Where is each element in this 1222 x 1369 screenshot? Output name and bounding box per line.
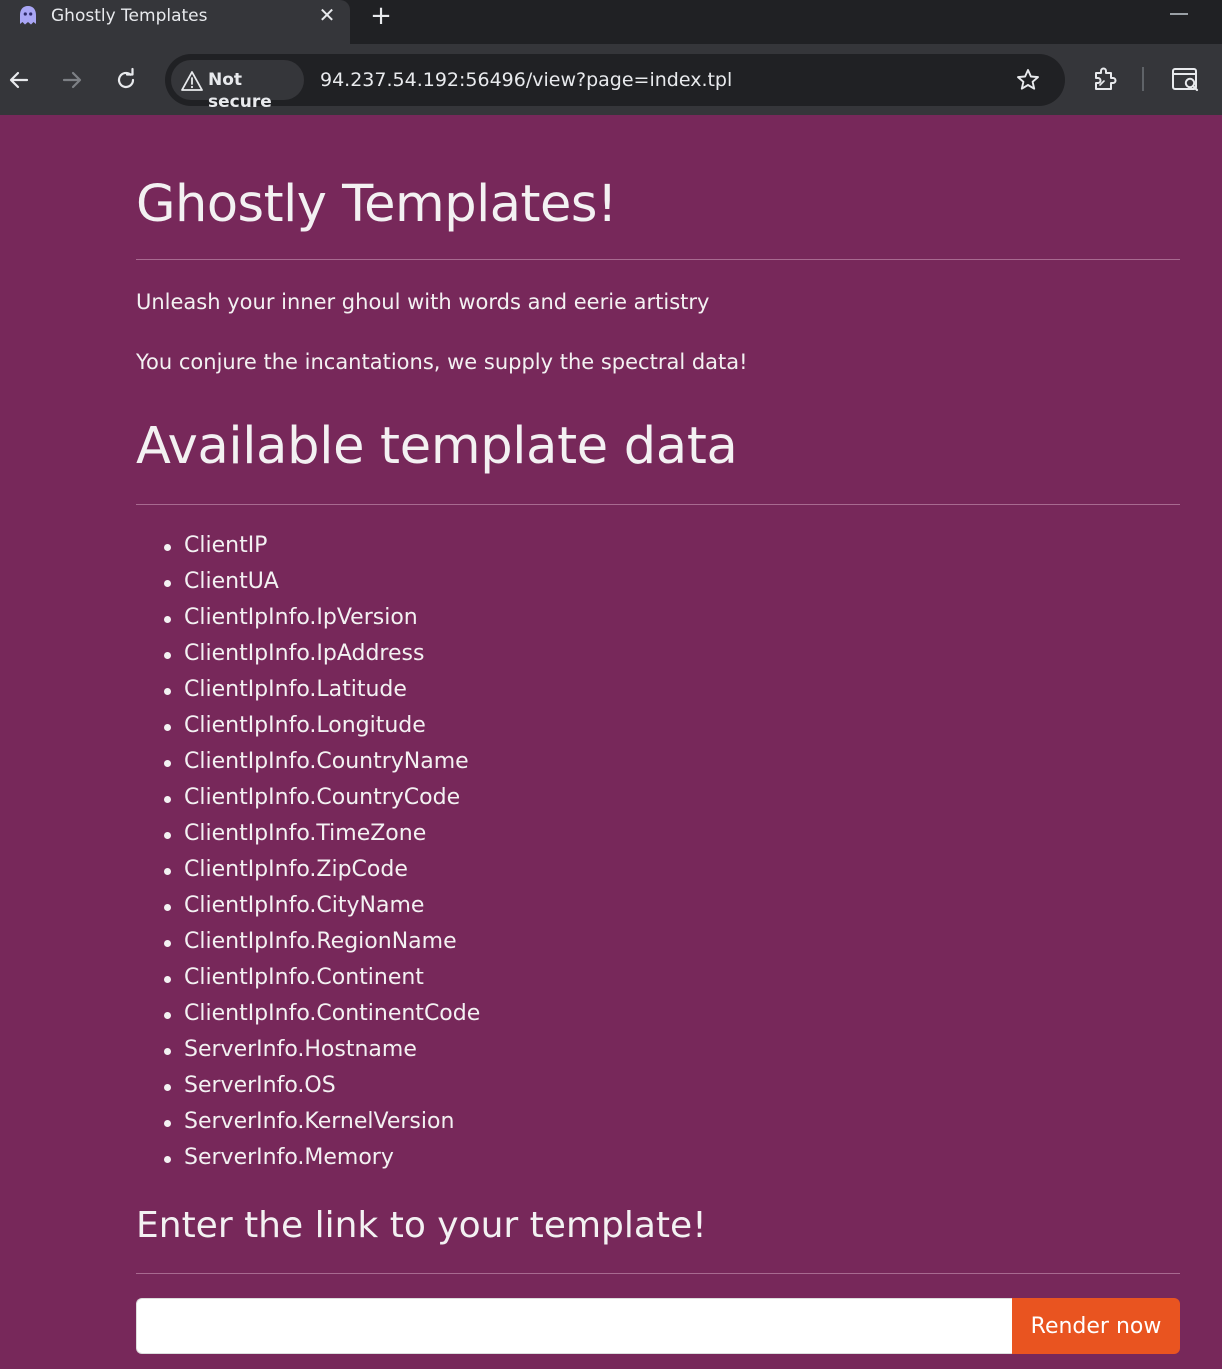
form-title: Enter the link to your template! bbox=[136, 1205, 707, 1246]
list-item: ClientIpInfo.IpVersion bbox=[136, 600, 480, 636]
template-data-list: ClientIP ClientUA ClientIpInfo.IpVersion Cl… bbox=[136, 528, 480, 1176]
list-item: ClientIpInfo.Continent bbox=[136, 960, 480, 996]
puzzle-icon[interactable] bbox=[1090, 64, 1120, 94]
form-divider bbox=[136, 1273, 1180, 1274]
security-chip[interactable]: Not secure bbox=[171, 60, 304, 112]
toolbar-divider bbox=[1142, 67, 1144, 91]
tab-title: Ghostly Templates bbox=[51, 6, 208, 26]
render-now-button[interactable]: Render now bbox=[1012, 1298, 1180, 1354]
list-item: ServerInfo.OS bbox=[136, 1068, 480, 1104]
plus-icon[interactable]: + bbox=[366, 2, 396, 30]
list-item: ClientIP bbox=[136, 528, 480, 564]
data-section-title: Available template data bbox=[136, 417, 738, 476]
page-title: Ghostly Templates! bbox=[136, 175, 617, 234]
browser-chrome: Ghostly Templates ✕ + Not secure 94.237.… bbox=[0, 0, 1222, 115]
tagline-2: You conjure the incantations, we supply … bbox=[136, 350, 748, 374]
search-screen-icon[interactable] bbox=[1170, 64, 1202, 94]
list-item: ClientIpInfo.CountryCode bbox=[136, 780, 480, 816]
tab-strip: Ghostly Templates ✕ + bbox=[0, 0, 1222, 44]
list-item: ClientIpInfo.TimeZone bbox=[136, 816, 480, 852]
list-item: ClientUA bbox=[136, 564, 480, 600]
list-item: ClientIpInfo.RegionName bbox=[136, 924, 480, 960]
back-arrow-icon[interactable] bbox=[5, 66, 33, 94]
address-bar[interactable]: Not secure 94.237.54.192:56496/view?page… bbox=[165, 54, 1065, 112]
list-item: ClientIpInfo.ContinentCode bbox=[136, 996, 480, 1032]
section-divider bbox=[136, 504, 1180, 505]
list-item: ClientIpInfo.CityName bbox=[136, 888, 480, 924]
list-item: ClientIpInfo.CountryName bbox=[136, 744, 480, 780]
title-divider bbox=[136, 259, 1180, 260]
list-item: ClientIpInfo.Latitude bbox=[136, 672, 480, 708]
ghost-icon bbox=[20, 6, 36, 25]
list-item: ClientIpInfo.ZipCode bbox=[136, 852, 480, 888]
list-item: ServerInfo.KernelVersion bbox=[136, 1104, 480, 1140]
list-item: ClientIpInfo.Longitude bbox=[136, 708, 480, 744]
browser-tab[interactable]: Ghostly Templates ✕ bbox=[0, 0, 350, 44]
minimize-icon[interactable] bbox=[1170, 13, 1188, 15]
warning-triangle-icon bbox=[181, 71, 203, 91]
tagline-1: Unleash your inner ghoul with words and … bbox=[136, 290, 710, 314]
template-link-input[interactable] bbox=[136, 1298, 1012, 1354]
forward-arrow-icon[interactable] bbox=[58, 66, 86, 94]
list-item: ServerInfo.Hostname bbox=[136, 1032, 480, 1068]
url-text[interactable]: 94.237.54.192:56496/view?page=index.tpl bbox=[320, 68, 732, 92]
render-form: Render now bbox=[136, 1298, 1180, 1354]
list-item: ServerInfo.Memory bbox=[136, 1140, 480, 1176]
star-icon[interactable] bbox=[1015, 67, 1041, 93]
security-label: Not secure bbox=[208, 70, 272, 112]
list-item: ClientIpInfo.IpAddress bbox=[136, 636, 480, 672]
close-icon[interactable]: ✕ bbox=[314, 2, 340, 28]
reload-icon[interactable] bbox=[112, 66, 140, 94]
